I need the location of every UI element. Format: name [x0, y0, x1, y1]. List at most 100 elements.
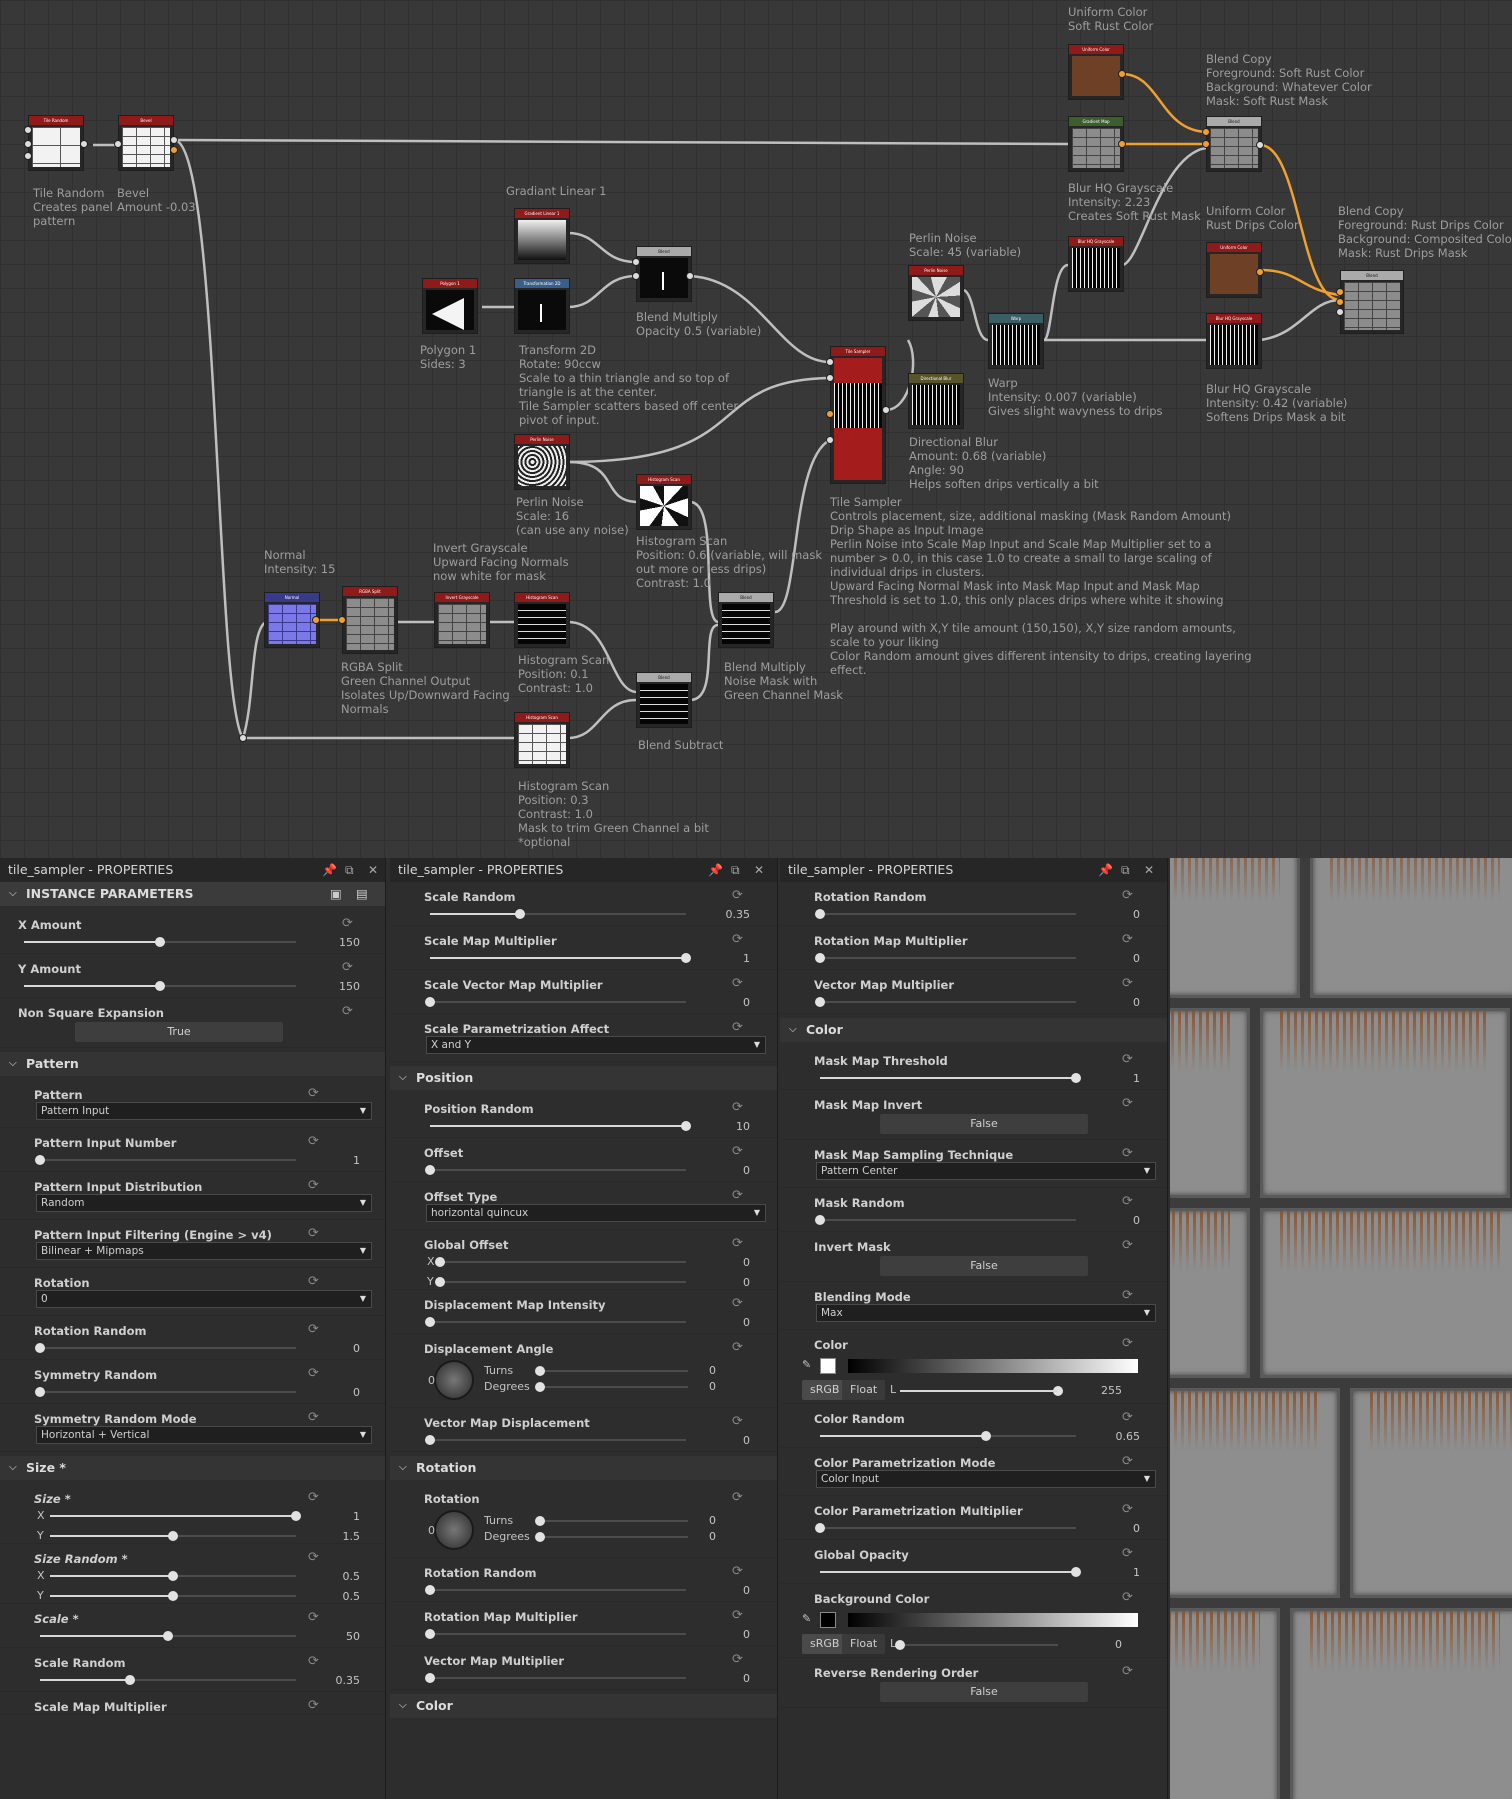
slider-value[interactable]: 0	[1080, 1522, 1140, 1535]
slider-track[interactable]	[425, 997, 686, 1007]
slider-value[interactable]: 0	[690, 1316, 750, 1329]
slider-handle[interactable]	[425, 1673, 435, 1683]
slider-handle[interactable]	[425, 997, 435, 1007]
slider-track[interactable]	[815, 1215, 1076, 1225]
slider-handle[interactable]	[35, 1343, 45, 1353]
slider-track[interactable]	[435, 1277, 686, 1287]
slider-handle[interactable]	[163, 1631, 173, 1641]
slider-handle[interactable]	[425, 1585, 435, 1595]
node-port[interactable]	[114, 140, 122, 148]
keyframe-icon[interactable]: ⟳	[1122, 1336, 1133, 1351]
slider-track[interactable]	[40, 1675, 296, 1685]
eyedropper-icon[interactable]: ✎	[802, 1612, 811, 1625]
keyframe-icon[interactable]: ⟳	[732, 1652, 743, 1667]
node-blend-copy-1[interactable]: Blend	[1206, 116, 1262, 172]
slider-handle[interactable]	[425, 1165, 435, 1175]
node-histogram-scan-2[interactable]: Histogram Scan	[514, 592, 570, 648]
node-port[interactable]	[24, 152, 32, 160]
dropdown[interactable]: Random ▼	[36, 1194, 372, 1212]
slider-track[interactable]	[815, 1523, 1076, 1533]
toggle-button[interactable]: False	[880, 1682, 1088, 1702]
node-port[interactable]	[24, 140, 32, 148]
slider-track[interactable]	[50, 1511, 301, 1521]
eyedropper-icon[interactable]: ✎	[802, 1358, 811, 1371]
slider-value[interactable]: 0	[690, 1256, 750, 1269]
slider-handle[interactable]	[815, 1523, 825, 1533]
keyframe-icon[interactable]: ⟳	[1122, 1146, 1133, 1161]
node-tile-random[interactable]: Tile Random	[28, 115, 84, 171]
slider-value[interactable]: 0	[1080, 1214, 1140, 1227]
node-warp[interactable]: Warp	[988, 313, 1044, 369]
slider-handle[interactable]	[155, 937, 165, 947]
node-uniform-color-2[interactable]: Uniform Color	[1206, 242, 1262, 298]
node-port[interactable]	[1336, 308, 1344, 316]
node-rgba-split[interactable]: RGBA Split	[342, 586, 398, 654]
keyframe-icon[interactable]: ⟳	[732, 888, 743, 903]
color-swatch[interactable]	[820, 1612, 836, 1628]
slider-handle[interactable]	[155, 981, 165, 991]
node-port[interactable]	[338, 616, 346, 624]
slider-value[interactable]: 0	[656, 1514, 716, 1527]
slider-handle[interactable]	[168, 1531, 178, 1541]
node-blur-hq-1[interactable]: Gradient Map	[1068, 116, 1124, 172]
slider-handle[interactable]	[35, 1387, 45, 1397]
node-port[interactable]	[80, 140, 88, 148]
pin-icon[interactable]: 📌	[708, 858, 723, 882]
keyframe-icon[interactable]: ⟳	[308, 1226, 319, 1241]
node-port[interactable]	[826, 374, 834, 382]
slider-handle[interactable]	[168, 1591, 178, 1601]
keyframe-icon[interactable]: ⟳	[1122, 932, 1133, 947]
keyframe-icon[interactable]: ⟳	[1122, 1454, 1133, 1469]
node-port[interactable]	[632, 258, 640, 266]
slider-track[interactable]	[820, 1073, 1081, 1083]
node-port[interactable]	[170, 136, 178, 144]
slider-track[interactable]	[430, 1121, 691, 1131]
dropdown[interactable]: Max ▼	[816, 1304, 1156, 1322]
keyframe-icon[interactable]: ⟳	[308, 1490, 319, 1505]
node-port[interactable]	[1202, 140, 1210, 148]
slider-track[interactable]	[815, 909, 1076, 919]
slider-track[interactable]	[820, 1567, 1081, 1577]
section-size[interactable]: ⌵ Size *	[0, 1456, 385, 1480]
export-icon[interactable]: ▤	[356, 882, 368, 906]
node-port[interactable]	[1336, 298, 1344, 306]
keyframe-icon[interactable]: ⟳	[732, 1236, 743, 1251]
float-button[interactable]: Float	[842, 1380, 886, 1400]
section-rotation[interactable]: ⌵ Rotation	[390, 1456, 777, 1480]
color-gradient-bar[interactable]	[848, 1359, 1138, 1373]
keyframe-icon[interactable]: ⟳	[732, 1100, 743, 1115]
slider-value[interactable]: 0.35	[690, 908, 751, 921]
node-port[interactable]	[826, 410, 834, 418]
keyframe-icon[interactable]: ⟳	[308, 1086, 319, 1101]
color-gradient-bar[interactable]	[848, 1613, 1138, 1627]
slider-handle[interactable]	[514, 909, 525, 919]
dropdown[interactable]: 0 ▼	[36, 1290, 372, 1308]
slider-track[interactable]	[820, 1431, 1076, 1441]
slider-value[interactable]: 1	[300, 1154, 360, 1167]
node-gradient-linear[interactable]: Gradient Linear 1	[514, 208, 570, 264]
node-port[interactable]	[24, 126, 32, 134]
node-blend-multiply-2[interactable]: Blend	[718, 592, 774, 648]
srgb-button[interactable]: sRGB	[802, 1634, 848, 1654]
keyframe-icon[interactable]: ⟳	[308, 1366, 319, 1381]
slider-track[interactable]	[425, 1435, 686, 1445]
keyframe-icon[interactable]: ⟳	[732, 1188, 743, 1203]
preset-icon[interactable]: ▣	[330, 882, 342, 906]
keyframe-icon[interactable]: ⟳	[308, 1274, 319, 1289]
slider-track[interactable]	[895, 1640, 1058, 1650]
keyframe-icon[interactable]: ⟳	[732, 1564, 743, 1579]
keyframe-icon[interactable]: ⟳	[1122, 1238, 1133, 1253]
slider-track[interactable]	[50, 1591, 296, 1601]
close-icon[interactable]: ✕	[368, 858, 378, 882]
node-perlin-noise-2[interactable]: Perlin Noise	[908, 265, 964, 321]
slider-track[interactable]	[24, 981, 296, 991]
slider-track[interactable]	[50, 1571, 296, 1581]
slider-track[interactable]	[815, 997, 1076, 1007]
slider-handle[interactable]	[435, 1257, 445, 1267]
keyframe-icon[interactable]: ⟳	[308, 1322, 319, 1337]
slider-handle[interactable]	[895, 1640, 905, 1650]
keyframe-icon[interactable]: ⟳	[732, 1296, 743, 1311]
slider-handle[interactable]	[815, 953, 825, 963]
node-port[interactable]	[1202, 128, 1210, 136]
color-swatch[interactable]	[820, 1358, 836, 1374]
